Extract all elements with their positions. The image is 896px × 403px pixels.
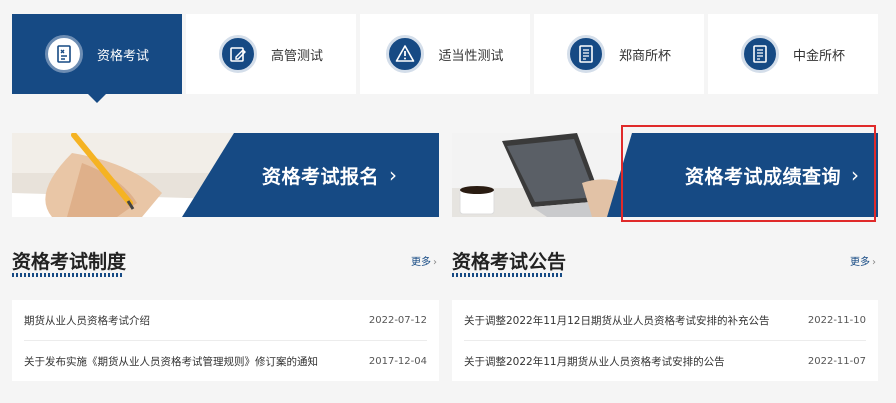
exam-notice-list: 关于调整2022年11月12日期货从业人员资格考试安排的补充公告 2022-11…: [452, 300, 878, 381]
tab-suitability-test[interactable]: 适当性测试: [360, 14, 530, 94]
tab-label: 中金所杯: [792, 48, 845, 64]
document-icon: [740, 35, 779, 73]
more-label: 更多: [850, 257, 870, 268]
section-title-exam-system: 资格考试制度: [12, 251, 127, 273]
item-date: 2022-11-07: [807, 355, 866, 367]
banner-label: 资格考试成绩查询 ›: [685, 133, 860, 217]
banner-label: 资格考试报名 ›: [262, 133, 398, 217]
item-date: 2022-11-10: [807, 314, 866, 326]
item-date: 2017-12-04: [368, 355, 427, 367]
list-item[interactable]: 关于调整2022年11月期货从业人员资格考试安排的公告 2022-11-07: [464, 340, 866, 381]
chevron-right-icon: ›: [851, 163, 860, 187]
exam-system-list: 期货从业人员资格考试介绍 2022-07-12 关于发布实施《期货从业人员资格考…: [12, 300, 439, 381]
item-title: 关于调整2022年11月期货从业人员资格考试安排的公告: [464, 355, 725, 368]
item-title: 期货从业人员资格考试介绍: [24, 314, 150, 327]
more-label: 更多: [411, 257, 431, 268]
tab-qualification-exam[interactable]: 资格考试: [12, 14, 182, 103]
item-title: 关于发布实施《期货从业人员资格考试管理规则》修订案的通知: [24, 355, 318, 368]
list-item[interactable]: 期货从业人员资格考试介绍 2022-07-12: [24, 300, 427, 340]
tab-label: 资格考试: [96, 48, 149, 64]
item-date: 2022-07-12: [368, 314, 427, 326]
warning-icon: [386, 35, 425, 73]
chevron-right-icon: ›: [433, 257, 437, 268]
section-title-underline: [12, 273, 124, 277]
category-tabs: 资格考试 高管测试 适当性测试 郑商所杯 中金所杯: [12, 14, 878, 103]
tab-label: 适当性测试: [438, 48, 504, 64]
document-icon: [566, 35, 605, 73]
chevron-right-icon: ›: [872, 257, 876, 268]
exam-sheet-icon: [44, 35, 83, 73]
exam-registration-banner[interactable]: 资格考试报名 ›: [12, 133, 439, 217]
item-title: 关于调整2022年11月12日期货从业人员资格考试安排的补充公告: [464, 314, 770, 327]
section-title-exam-notice: 资格考试公告: [452, 251, 567, 273]
tab-label: 郑商所杯: [618, 48, 671, 64]
more-link-exam-system[interactable]: 更多 ›: [411, 253, 437, 268]
more-link-exam-notice[interactable]: 更多 ›: [850, 253, 876, 268]
tab-cffex-cup[interactable]: 中金所杯: [708, 14, 878, 94]
score-query-label: 资格考试成绩查询: [685, 165, 842, 188]
active-tab-indicator: [88, 94, 106, 103]
exam-score-query-banner[interactable]: 资格考试成绩查询 ›: [452, 133, 878, 217]
edit-document-icon: [218, 35, 257, 73]
chevron-right-icon: ›: [389, 163, 398, 187]
tab-zce-cup[interactable]: 郑商所杯: [534, 14, 704, 94]
section-title-underline: [452, 273, 564, 277]
tab-executive-test[interactable]: 高管测试: [186, 14, 356, 94]
register-label: 资格考试报名: [262, 165, 380, 188]
tab-label: 高管测试: [270, 48, 323, 64]
list-item[interactable]: 关于发布实施《期货从业人员资格考试管理规则》修订案的通知 2017-12-04: [24, 340, 427, 381]
list-item[interactable]: 关于调整2022年11月12日期货从业人员资格考试安排的补充公告 2022-11…: [464, 300, 866, 340]
